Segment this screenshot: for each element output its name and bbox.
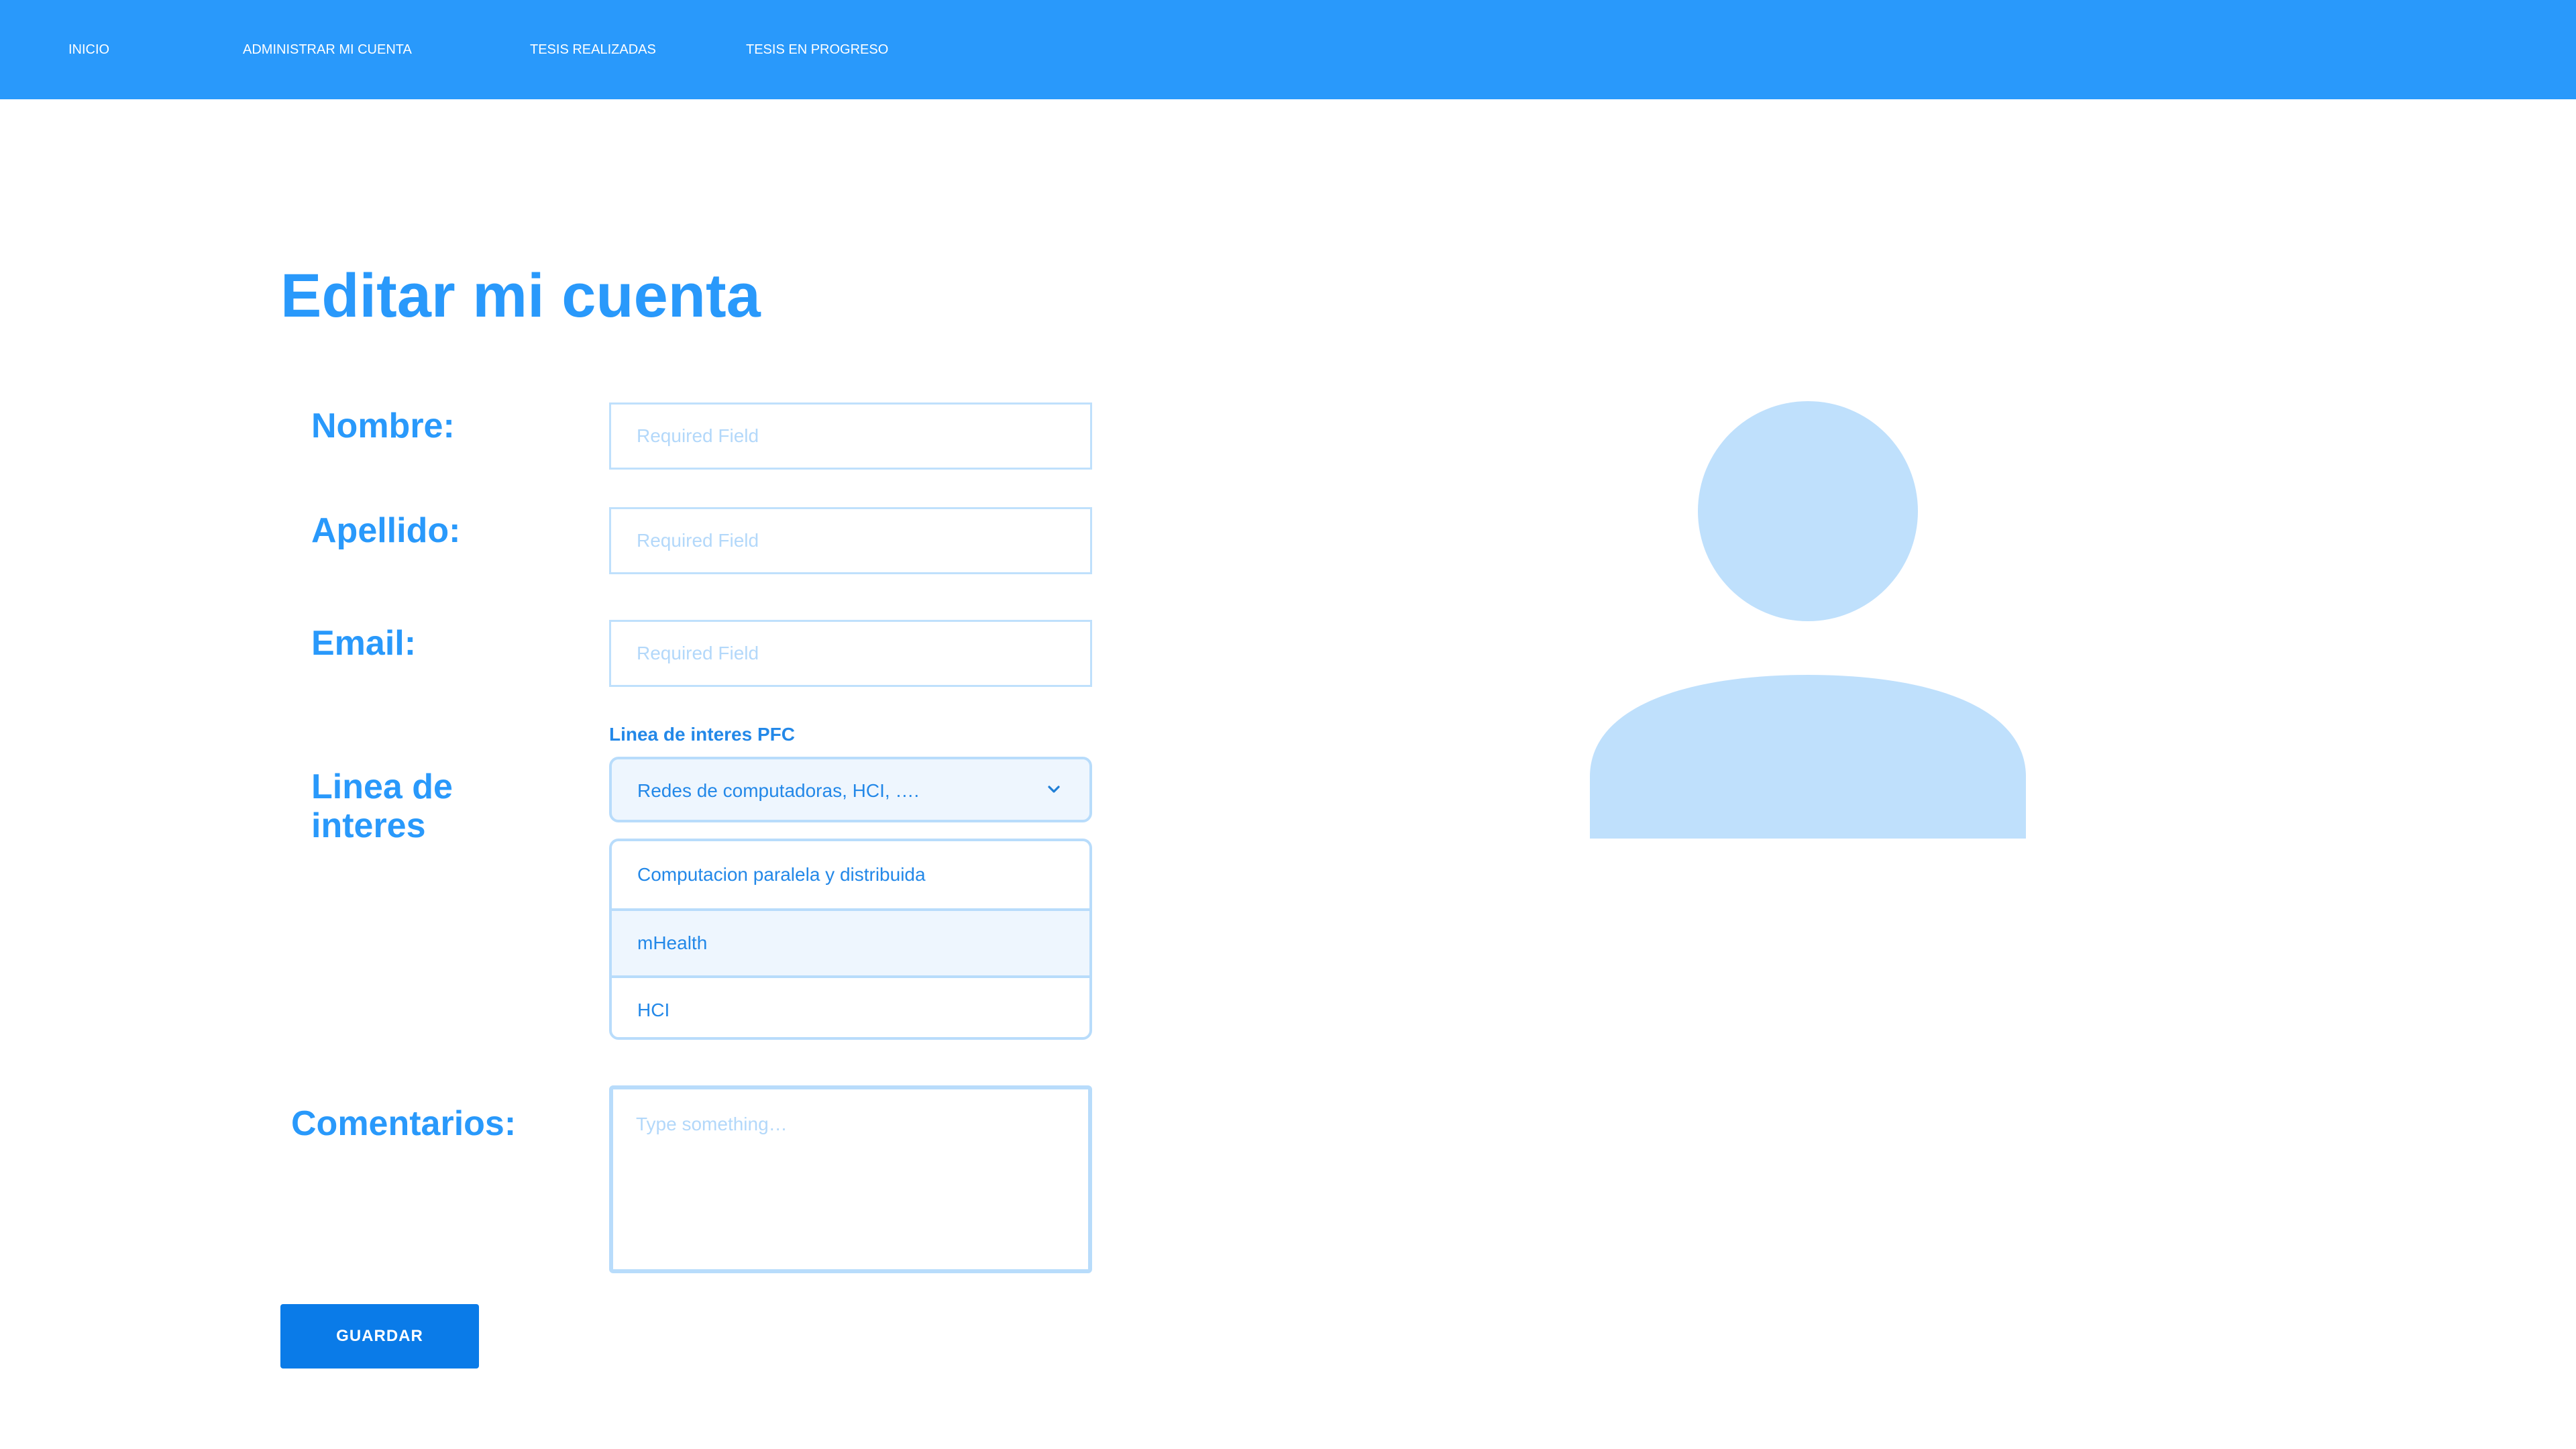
nav-item-inicio[interactable]: INICIO: [68, 42, 109, 58]
page-title: Editar mi cuenta: [280, 262, 761, 330]
nav-item-tesis-realizadas[interactable]: TESIS REALIZADAS: [530, 42, 656, 58]
nav-item-tesis-en-progreso[interactable]: TESIS EN PROGRESO: [746, 42, 888, 58]
email-input[interactable]: [609, 620, 1092, 687]
nav-item-administrar-mi-cuenta[interactable]: ADMINISTRAR MI CUENTA: [243, 42, 412, 58]
comentarios-textarea[interactable]: [609, 1085, 1092, 1273]
linea-de-interes-caption: Linea de interes PFC: [609, 724, 795, 745]
dropdown-option-mhealth[interactable]: mHealth: [612, 908, 1089, 975]
nombre-input[interactable]: [609, 402, 1092, 470]
linea-de-interes-selected-value: Redes de computadoras, HCI, ….: [637, 780, 920, 801]
dropdown-option-hci[interactable]: HCI: [612, 975, 1089, 1037]
chevron-down-icon: [1048, 786, 1060, 793]
save-button[interactable]: GUARDAR: [280, 1304, 479, 1368]
apellido-label: Apellido:: [311, 511, 461, 550]
dropdown-option-computacion-paralela[interactable]: Computacion paralela y distribuida: [612, 841, 1089, 908]
email-label: Email:: [311, 624, 417, 663]
apellido-input[interactable]: [609, 507, 1092, 574]
user-avatar-icon: [1590, 401, 2026, 839]
comentarios-label: Comentarios:: [291, 1104, 517, 1143]
top-nav-bar: INICIO ADMINISTRAR MI CUENTA TESIS REALI…: [0, 0, 2576, 99]
linea-de-interes-dropdown: Computacion paralela y distribuida mHeal…: [609, 839, 1092, 1040]
nombre-label: Nombre:: [311, 407, 455, 445]
linea-de-interes-label: Linea de interes: [311, 767, 453, 845]
linea-de-interes-select[interactable]: Redes de computadoras, HCI, ….: [609, 757, 1092, 822]
